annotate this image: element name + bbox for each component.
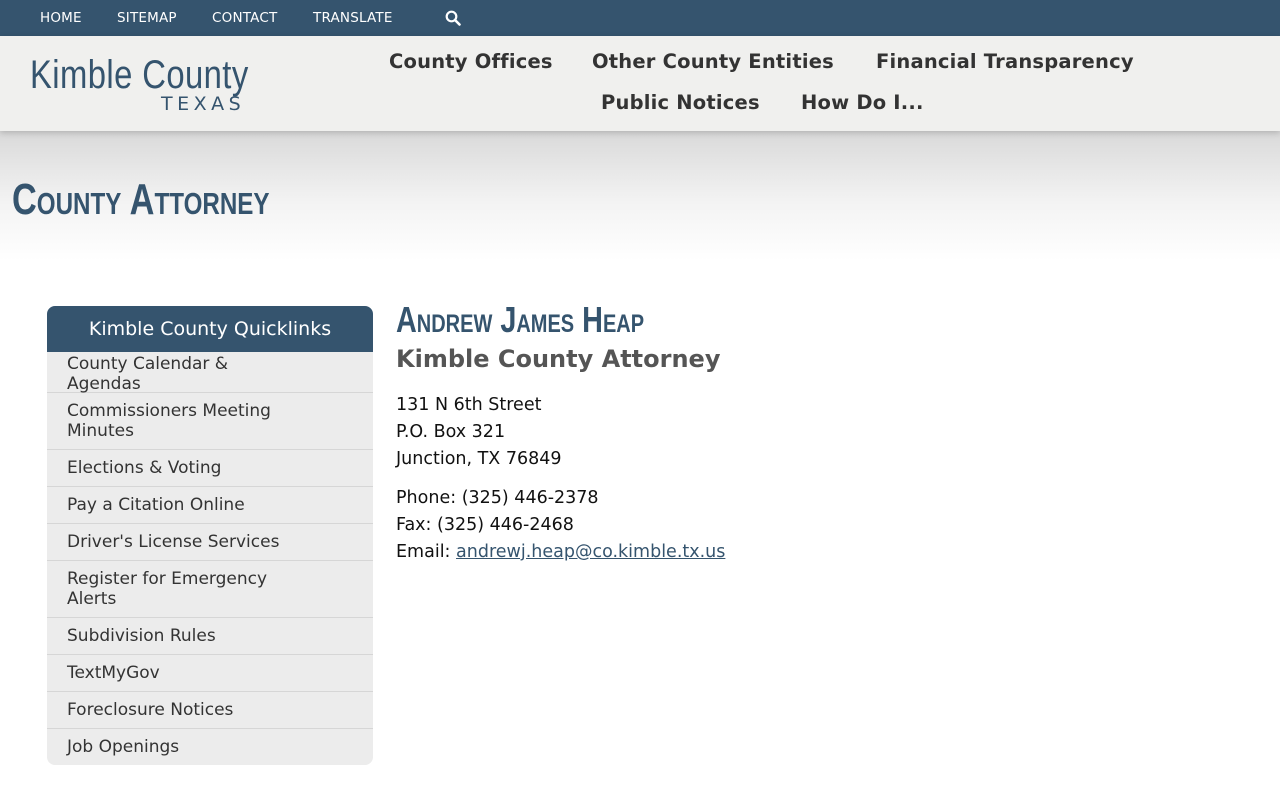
quicklinks-list: County Calendar & Agendas Commissioners … [47, 352, 373, 765]
sidebar-item-pay-citation[interactable]: Pay a Citation Online [47, 487, 373, 524]
sidebar-item-calendar[interactable]: County Calendar & Agendas [47, 354, 373, 394]
sidebar-item-emergency-alerts[interactable]: Register for Emergency Alerts [47, 561, 373, 618]
contact-link[interactable]: CONTACT [212, 0, 277, 36]
nav-other-county-entities[interactable]: Other County Entities [592, 50, 834, 73]
contact-info: Phone: (325) 446-2378 Fax: (325) 446-246… [396, 485, 1196, 566]
sidebar-item-foreclosure-notices[interactable]: Foreclosure Notices [47, 692, 373, 729]
address-line: Junction, TX 76849 [396, 449, 562, 469]
site-logo[interactable]: Kimble County TEXAS [30, 54, 260, 114]
sidebar-item-job-openings[interactable]: Job Openings [47, 729, 373, 765]
sidebar-item-elections[interactable]: Elections & Voting [47, 450, 373, 487]
main-content: Andrew James Heap Kimble County Attorney… [396, 300, 1196, 566]
email-line: Email: andrewj.heap@co.kimble.tx.us [396, 539, 1196, 566]
sidebar-item-drivers-license[interactable]: Driver's License Services [47, 524, 373, 561]
nav-public-notices[interactable]: Public Notices [601, 91, 760, 114]
attorney-name: Andrew James Heap [396, 299, 645, 340]
sidebar-item-label: Driver's License Services [67, 532, 280, 552]
nav-county-offices[interactable]: County Offices [389, 50, 553, 73]
attorney-title: Kimble County Attorney [396, 345, 721, 373]
fax-label: Fax: [396, 515, 432, 535]
address-line: P.O. Box 321 [396, 422, 506, 442]
page-title: County Attorney [12, 175, 270, 224]
phone-number: (325) 446-2378 [461, 488, 599, 508]
sidebar-item-label: Subdivision Rules [67, 626, 216, 646]
office-address: 131 N 6th Street P.O. Box 321 Junction, … [396, 392, 1196, 473]
utility-bar: HOME SITEMAP CONTACT TRANSLATE [0, 0, 1280, 36]
sidebar-item-label: Foreclosure Notices [67, 700, 234, 720]
nav-how-do-i[interactable]: How Do I... [801, 91, 924, 114]
sidebar-item-label: Job Openings [67, 737, 180, 757]
page-banner: County Attorney [0, 131, 1280, 261]
phone-line: Phone: (325) 446-2378 [396, 485, 1196, 512]
sidebar-item-label: Elections & Voting [67, 458, 222, 478]
sidebar-item-textmygov[interactable]: TextMyGov [47, 655, 373, 692]
logo-county-name: Kimble County [30, 53, 249, 97]
email-label: Email: [396, 542, 451, 562]
sidebar-item-label: TextMyGov [67, 663, 160, 683]
email-link[interactable]: andrewj.heap@co.kimble.tx.us [456, 542, 725, 562]
translate-link[interactable]: TRANSLATE [313, 0, 393, 36]
sidebar-item-label: Register for Emergency Alerts [67, 569, 268, 609]
sidebar-item-label: Pay a Citation Online [67, 495, 245, 515]
fax-line: Fax: (325) 446-2468 [396, 512, 1196, 539]
home-link[interactable]: HOME [40, 0, 82, 36]
sitemap-link[interactable]: SITEMAP [117, 0, 177, 36]
phone-label: Phone: [396, 488, 457, 508]
address-line: 131 N 6th Street [396, 395, 542, 415]
sidebar-item-label: Commissioners Meeting Minutes [67, 401, 271, 441]
site-header: Kimble County TEXAS County Offices Other… [0, 36, 1280, 131]
search-icon[interactable] [445, 10, 461, 26]
sidebar-item-subdivision-rules[interactable]: Subdivision Rules [47, 618, 373, 655]
sidebar-item-meeting-minutes[interactable]: Commissioners Meeting Minutes [47, 393, 373, 450]
quicklinks-heading: Kimble County Quicklinks [47, 306, 373, 352]
logo-state-name: TEXAS [161, 93, 246, 115]
nav-financial-transparency[interactable]: Financial Transparency [876, 50, 1134, 73]
fax-number: (325) 446-2468 [437, 515, 574, 535]
sidebar-item-label: County Calendar & Agendas [67, 354, 229, 394]
quicklinks-sidebar: Kimble County Quicklinks County Calendar… [47, 306, 373, 765]
